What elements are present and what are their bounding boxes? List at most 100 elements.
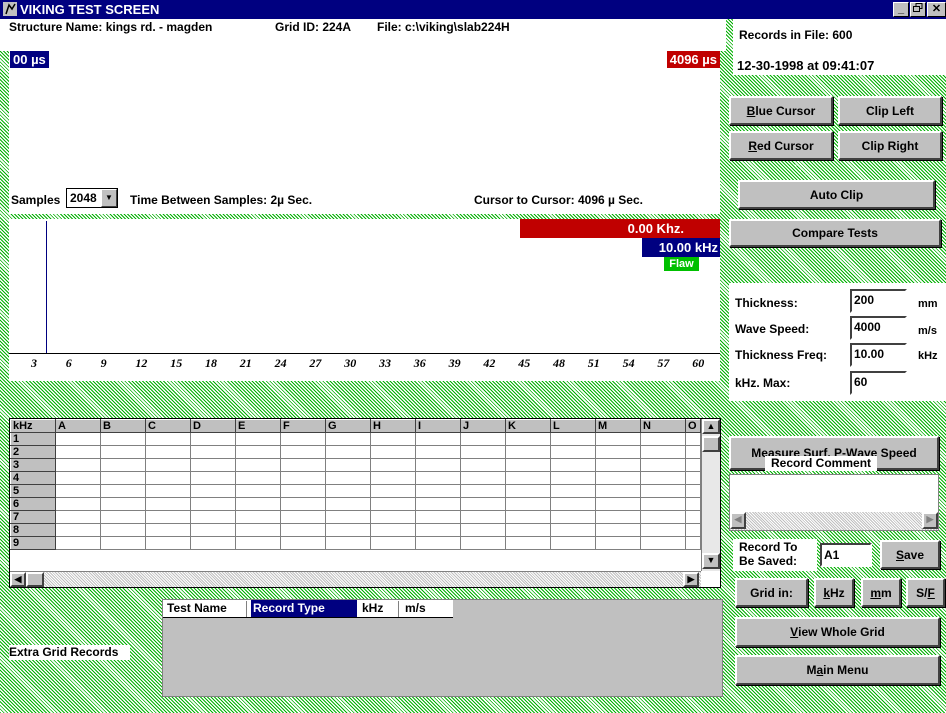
grid-cell[interactable]: [370, 510, 416, 524]
grid-cell[interactable]: [640, 510, 686, 524]
wave-speed-input[interactable]: 4000: [850, 316, 907, 340]
grid-cell[interactable]: [505, 484, 551, 498]
grid-column-header[interactable]: M: [595, 419, 641, 433]
grid-column-header[interactable]: L: [550, 419, 596, 433]
grid-cell[interactable]: [370, 523, 416, 537]
grid-column-header[interactable]: C: [145, 419, 191, 433]
grid-cell[interactable]: [100, 497, 146, 511]
grid-cell[interactable]: [640, 484, 686, 498]
grid-cell[interactable]: [100, 445, 146, 459]
grid-cell[interactable]: [685, 536, 701, 550]
grid-cell[interactable]: [190, 432, 236, 446]
grid-cell[interactable]: [685, 458, 701, 472]
grid-cell[interactable]: [55, 484, 101, 498]
waveform-panel[interactable]: 00 µs 4096 µs Samples 2048 ▼ Time Betwee…: [9, 51, 720, 214]
grid-cell[interactable]: [505, 471, 551, 485]
grid-column-header[interactable]: G: [325, 419, 371, 433]
blue-cursor-button[interactable]: Blue Cursor: [729, 96, 833, 125]
grid-column-header[interactable]: O: [685, 419, 701, 433]
grid-horizontal-scrollbar[interactable]: ◀ ▶: [10, 571, 701, 587]
grid-cell[interactable]: [370, 445, 416, 459]
view-whole-grid-button[interactable]: View Whole Grid: [735, 617, 940, 647]
save-button[interactable]: Save: [880, 540, 940, 569]
grid-cell[interactable]: [550, 445, 596, 459]
grid-cell[interactable]: [235, 458, 281, 472]
grid-cell[interactable]: [370, 471, 416, 485]
grid-cell[interactable]: [145, 471, 191, 485]
grid-cell[interactable]: [280, 471, 326, 485]
grid-cell[interactable]: [550, 432, 596, 446]
col-khz[interactable]: kHz: [359, 601, 399, 617]
grid-cell[interactable]: [325, 484, 371, 498]
grid-column-header[interactable]: I: [415, 419, 461, 433]
grid-cell[interactable]: [505, 458, 551, 472]
grid-cell[interactable]: [55, 523, 101, 537]
grid-cell[interactable]: [460, 432, 506, 446]
grid-cell[interactable]: [460, 497, 506, 511]
grid-cell[interactable]: [550, 510, 596, 524]
grid-cell[interactable]: [640, 445, 686, 459]
grid-column-header[interactable]: J: [460, 419, 506, 433]
grid-cell[interactable]: [145, 510, 191, 524]
scroll-left-icon[interactable]: ◀: [10, 572, 26, 587]
close-button[interactable]: ✕: [927, 2, 946, 17]
grid-cell[interactable]: [325, 432, 371, 446]
chevron-down-icon[interactable]: ▼: [101, 189, 117, 207]
grid-cell[interactable]: [640, 536, 686, 550]
thickness-freq-input[interactable]: 10.00: [850, 343, 907, 367]
grid-cell[interactable]: [640, 497, 686, 511]
grid-cell[interactable]: [280, 445, 326, 459]
grid-cell[interactable]: [685, 445, 701, 459]
grid-row-header[interactable]: 4: [10, 471, 56, 485]
grid-cell[interactable]: [190, 497, 236, 511]
grid-cell[interactable]: [460, 445, 506, 459]
clip-right-button[interactable]: Clip Right: [838, 131, 942, 160]
grid-cell[interactable]: [640, 471, 686, 485]
grid-cell[interactable]: [55, 497, 101, 511]
grid-cell[interactable]: [460, 471, 506, 485]
data-grid[interactable]: kHz A B C D E F G H I J K L M N O 123456789 ▲ ▼ ◀ ▶: [9, 418, 721, 588]
grid-cell[interactable]: [685, 523, 701, 537]
grid-cell[interactable]: [55, 510, 101, 524]
minimize-button[interactable]: _: [893, 2, 909, 17]
grid-cell[interactable]: [190, 523, 236, 537]
grid-cell[interactable]: [325, 445, 371, 459]
grid-cell[interactable]: [595, 523, 641, 537]
grid-sf-button[interactable]: S/F: [906, 578, 945, 607]
grid-row-header[interactable]: 5: [10, 484, 56, 498]
grid-cell[interactable]: [415, 523, 461, 537]
grid-cell[interactable]: [370, 458, 416, 472]
grid-cell[interactable]: [235, 484, 281, 498]
grid-cell[interactable]: [190, 445, 236, 459]
grid-cell[interactable]: [235, 445, 281, 459]
grid-cell[interactable]: [415, 484, 461, 498]
grid-row-header[interactable]: 1: [10, 432, 56, 446]
grid-cell[interactable]: [460, 458, 506, 472]
grid-column-header[interactable]: E: [235, 419, 281, 433]
grid-cell[interactable]: [235, 523, 281, 537]
grid-cell[interactable]: [550, 458, 596, 472]
grid-cell[interactable]: [505, 445, 551, 459]
grid-cell[interactable]: [595, 484, 641, 498]
extra-records-list[interactable]: Test Name Record Type kHz m/s: [162, 599, 723, 697]
grid-cell[interactable]: [190, 471, 236, 485]
grid-row-header[interactable]: 8: [10, 523, 56, 537]
record-to-save-input[interactable]: A1: [820, 543, 872, 567]
grid-cell[interactable]: [550, 497, 596, 511]
grid-cell[interactable]: [280, 523, 326, 537]
grid-cell[interactable]: [460, 523, 506, 537]
maximize-button[interactable]: [910, 2, 926, 17]
grid-cell[interactable]: [145, 523, 191, 537]
grid-cell[interactable]: [685, 432, 701, 446]
grid-cell[interactable]: [370, 497, 416, 511]
grid-cell[interactable]: [460, 484, 506, 498]
grid-cell[interactable]: [55, 471, 101, 485]
grid-row-header[interactable]: 9: [10, 536, 56, 550]
grid-cell[interactable]: [685, 471, 701, 485]
grid-cell[interactable]: [325, 510, 371, 524]
grid-cell[interactable]: [325, 471, 371, 485]
grid-row-header[interactable]: 6: [10, 497, 56, 511]
grid-cell[interactable]: [190, 510, 236, 524]
grid-column-header[interactable]: K: [505, 419, 551, 433]
samples-select[interactable]: 2048 ▼: [66, 188, 118, 208]
